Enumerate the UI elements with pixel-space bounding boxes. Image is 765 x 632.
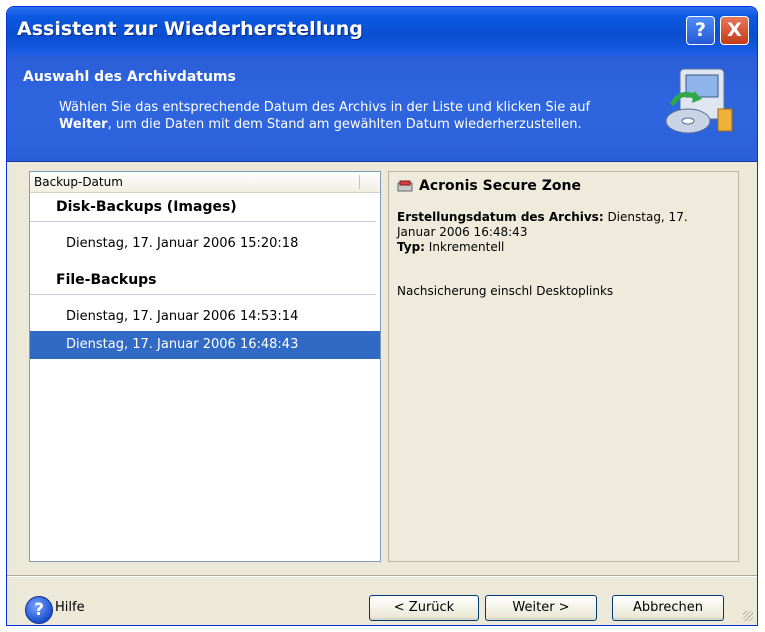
page-title: Auswahl des Archivdatums bbox=[23, 69, 236, 85]
type-value: Inkrementell bbox=[424, 240, 505, 254]
secure-zone-icon bbox=[397, 180, 413, 192]
description-text: Wählen Sie das entsprechende Datum des A… bbox=[59, 100, 591, 115]
description-text-2: , um die Daten mit dem Stand am gewählte… bbox=[107, 117, 582, 132]
help-link[interactable]: Hilfe bbox=[55, 600, 85, 615]
details-body: Erstellungsdatum des Archivs: Dienstag, … bbox=[397, 210, 727, 255]
archive-details-panel: Acronis Secure Zone Erstellungsdatum des… bbox=[388, 171, 739, 562]
help-icon[interactable]: ? bbox=[25, 596, 53, 624]
resize-grip[interactable] bbox=[743, 611, 753, 621]
title-bar[interactable]: Assistent zur Wiederherstellung ? X bbox=[7, 7, 757, 55]
archive-comment: Nachsicherung einschl Desktoplinks bbox=[397, 284, 614, 298]
close-button[interactable]: X bbox=[720, 16, 749, 45]
window-title: Assistent zur Wiederherstellung bbox=[17, 18, 363, 40]
help-title-button[interactable]: ? bbox=[686, 16, 715, 45]
details-title: Acronis Secure Zone bbox=[397, 178, 581, 194]
back-button[interactable]: < Zurück bbox=[369, 595, 479, 621]
group-file-backups[interactable]: File-Backups bbox=[30, 266, 376, 295]
group-disk-backups[interactable]: Disk-Backups (Images) bbox=[30, 193, 376, 222]
next-button[interactable]: Weiter > bbox=[485, 595, 597, 621]
column-header-label: Backup-Datum bbox=[34, 175, 123, 189]
column-separator[interactable] bbox=[359, 175, 360, 189]
creation-date-label: Erstellungsdatum des Archivs: bbox=[397, 210, 604, 224]
list-item-selected[interactable]: Dienstag, 17. Januar 2006 16:48:43 bbox=[30, 331, 380, 359]
wizard-window: Assistent zur Wiederherstellung ? X Ausw… bbox=[6, 6, 758, 626]
type-label: Typ: bbox=[397, 240, 425, 254]
restore-wizard-icon bbox=[665, 68, 733, 134]
description-bold: Weiter bbox=[59, 117, 108, 132]
cancel-button[interactable]: Abbrechen bbox=[612, 595, 724, 621]
column-header-backup-date[interactable]: Backup-Datum bbox=[30, 172, 380, 193]
list-item[interactable]: Dienstag, 17. Januar 2006 15:20:18 bbox=[30, 230, 380, 258]
footer-divider bbox=[7, 575, 757, 576]
details-title-text: Acronis Secure Zone bbox=[419, 178, 581, 194]
backup-date-list[interactable]: Backup-Datum Disk-Backups (Images) Diens… bbox=[29, 171, 381, 562]
page-description: Wählen Sie das entsprechende Datum des A… bbox=[59, 99, 619, 133]
list-item[interactable]: Dienstag, 17. Januar 2006 14:53:14 bbox=[30, 303, 380, 331]
wizard-header: Auswahl des Archivdatums Wählen Sie das … bbox=[7, 55, 757, 162]
